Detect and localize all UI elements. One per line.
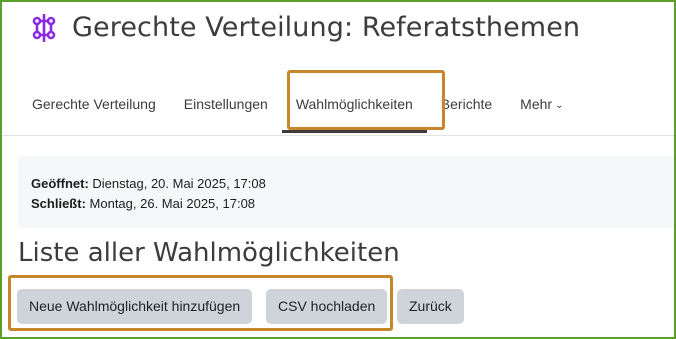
tab-berichte[interactable]: Berichte — [427, 80, 506, 130]
opened-date: Geöffnet: Dienstag, 20. Mai 2025, 17:08 — [31, 174, 674, 194]
closes-value: Montag, 26. Mai 2025, 17:08 — [89, 196, 256, 211]
tab-mehr-label: Mehr — [520, 96, 553, 112]
page-header: Gerechte Verteilung: Referatsthemen — [30, 12, 580, 43]
activity-dates: Geöffnet: Dienstag, 20. Mai 2025, 17:08 … — [18, 156, 674, 228]
csv-upload-button[interactable]: CSV hochladen — [266, 289, 388, 324]
tabs-divider — [2, 135, 674, 136]
tab-gerechte-verteilung[interactable]: Gerechte Verteilung — [18, 80, 170, 130]
page-title: Gerechte Verteilung: Referatsthemen — [72, 12, 581, 43]
closes-date: Schließt: Montag, 26. Mai 2025, 17:08 — [31, 194, 674, 214]
chevron-down-icon: ⌄ — [555, 100, 564, 111]
opened-label: Geöffnet: — [31, 176, 89, 191]
distribution-icon — [32, 13, 56, 42]
tab-mehr[interactable]: Mehr ⌄ — [506, 80, 577, 130]
opened-value: Dienstag, 20. Mai 2025, 17:08 — [92, 176, 266, 191]
tab-wahlmoeglichkeiten[interactable]: Wahlmöglichkeiten — [281, 80, 427, 133]
section-heading: Liste aller Wahlmöglichkeiten — [18, 238, 400, 268]
tab-einstellungen[interactable]: Einstellungen — [170, 80, 282, 130]
closes-label: Schließt: — [31, 196, 86, 211]
screenshot-frame: Gerechte Verteilung: Referatsthemen Gere… — [0, 0, 676, 339]
add-choice-button[interactable]: Neue Wahlmöglichkeit hinzufügen — [17, 289, 253, 324]
secondary-navigation: Gerechte Verteilung Einstellungen Wahlmö… — [18, 80, 577, 133]
back-button[interactable]: Zurück — [397, 289, 464, 324]
